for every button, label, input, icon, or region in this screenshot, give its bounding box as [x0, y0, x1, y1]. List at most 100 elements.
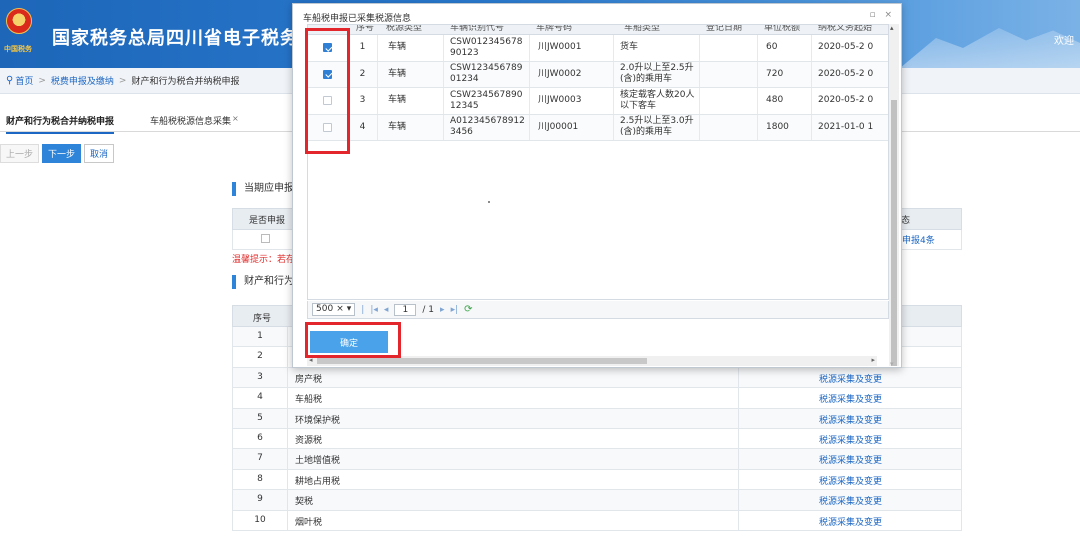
prev-page-icon[interactable]: ◂	[384, 305, 389, 315]
grid-header-cell: 车牌号码	[536, 25, 573, 33]
start-date: 2020-05-2 0	[818, 42, 874, 53]
horizontal-scrollbar[interactable]: ◂ ▸	[307, 356, 877, 366]
tax-source-change-link[interactable]: 税源采集及变更	[819, 413, 882, 426]
declare-checkbox[interactable]	[261, 234, 270, 243]
vertical-scroll-thumb[interactable]	[891, 100, 897, 366]
tax-type-name: 耕地占用税	[295, 476, 341, 487]
tax-source-row[interactable]: 4 车辆 A012345678912 3456 川J00001 2.5升以上至3.0升(…	[308, 114, 888, 141]
tax-row-number: 6	[257, 432, 263, 443]
page-size-select[interactable]: 500 × ▾	[312, 303, 356, 316]
tax-type-row: 10 烟叶税 税源采集及变更	[232, 510, 962, 531]
grid-header-cell: 序号	[356, 25, 375, 33]
grid-header-cell: 车辆识别代号	[450, 25, 505, 33]
vertical-scrollbar[interactable]: ▴ ▾	[889, 24, 899, 368]
scroll-up-icon[interactable]: ▴	[890, 24, 894, 32]
chevron-down-icon: ▾	[346, 304, 352, 314]
tax-source-change-link[interactable]: 税源采集及变更	[819, 433, 882, 446]
tax-type-name: 资源税	[295, 435, 323, 446]
page-number-input[interactable]: 1	[394, 303, 417, 316]
unit-tax-amount: 720	[758, 61, 812, 87]
prev-step-button[interactable]: 上一步	[0, 144, 40, 163]
tax-source-dialog: 车船税申报已采集税源信息 ▫ × 序号 税源类型 车辆识别代号 车牌号码 车船类…	[292, 3, 902, 368]
tax-type-row: 7 土地增值税 税源采集及变更	[232, 449, 962, 470]
tax-source-row[interactable]: 1 车辆 CSW012345678 90123 川JW0001 货车 60 2020-05-…	[308, 35, 888, 62]
dialog-window-controls[interactable]: ▫ ×	[869, 10, 895, 20]
next-page-icon[interactable]: ▸	[440, 305, 445, 315]
empty-cell	[700, 35, 758, 61]
scroll-right-icon[interactable]: ▸	[871, 356, 875, 364]
row-number: 4	[348, 114, 378, 140]
row-select-cell[interactable]	[308, 114, 348, 140]
tax-type-row: 4 车船税 税源采集及变更	[232, 388, 962, 409]
source-type: 车辆	[378, 35, 444, 61]
tax-row-number: 10	[254, 514, 266, 525]
tax-source-change-link[interactable]: 税源采集及变更	[819, 392, 882, 405]
tab-vehicle-tax-source[interactable]: 车船税税源信息采集×	[150, 114, 239, 127]
emblem-caption: 中国税务	[4, 45, 32, 53]
horizontal-scroll-thumb[interactable]	[317, 358, 647, 364]
tax-row-number: 8	[257, 473, 263, 484]
tax-row-number: 3	[257, 371, 263, 382]
tax-source-change-link[interactable]: 税源采集及变更	[819, 453, 882, 466]
tab-label: 车船税税源信息采集	[150, 117, 232, 127]
row-number: 3	[348, 88, 378, 114]
breadcrumb-current: 财产和行为税合并纳税申报	[131, 77, 240, 87]
confirm-button[interactable]: 确定	[310, 331, 388, 353]
unchecked-checkbox-icon[interactable]	[323, 96, 332, 106]
tax-source-change-link[interactable]: 税源采集及变更	[819, 474, 882, 487]
grid-header-cell: 纳税义务起始	[818, 25, 873, 33]
col-header-declare: 是否申报	[249, 216, 286, 226]
row-select-cell[interactable]	[308, 61, 348, 87]
tax-row-number: 9	[257, 494, 263, 505]
scroll-down-icon[interactable]: ▾	[890, 360, 894, 368]
tax-source-grid: 序号 税源类型 车辆识别代号 车牌号码 车船类型 登记日期 单位税额 纳税义务起…	[307, 24, 889, 300]
tax-source-change-link[interactable]: 税源采集及变更	[819, 515, 882, 528]
refresh-icon[interactable]: ⟳	[464, 304, 472, 315]
close-tab-icon[interactable]: ×	[232, 114, 239, 123]
start-date: 2021-01-0 1	[818, 121, 874, 132]
site-title: 国家税务总局四川省电子税务局	[52, 28, 318, 49]
welcome-text: 欢迎	[1054, 36, 1074, 47]
tax-source-change-link[interactable]: 税源采集及变更	[819, 494, 882, 507]
plate-number: 川J00001	[530, 114, 614, 140]
source-type: 车辆	[378, 88, 444, 114]
cancel-button[interactable]: 取消	[84, 144, 115, 163]
unit-tax-amount: 60	[758, 35, 812, 61]
vehicle-id-code: CSW234567890 12345	[444, 88, 530, 114]
empty-cell	[700, 114, 758, 140]
scroll-left-icon[interactable]: ◂	[309, 356, 313, 364]
unchecked-checkbox-icon[interactable]	[323, 122, 332, 132]
row-select-cell[interactable]	[308, 35, 348, 61]
col-header-no: 序号	[253, 314, 272, 324]
page-size-value: 500	[316, 304, 334, 314]
vehicle-id-code: CSW012345678 90123	[444, 35, 530, 61]
breadcrumb-home[interactable]: 首页	[15, 74, 33, 87]
grid-header: 序号 税源类型 车辆识别代号 车牌号码 车船类型 登记日期 单位税额 纳税义务起…	[308, 25, 888, 35]
first-page-icon[interactable]: |◂	[370, 305, 378, 315]
tab-label: 财产和行为税合并纳税申报	[6, 117, 115, 127]
source-type: 车辆	[378, 114, 444, 140]
checked-checkbox-icon[interactable]	[323, 69, 332, 79]
row-select-cell[interactable]	[308, 88, 348, 114]
grid-pager: 500 × ▾ | |◂ ◂ 1 / 1 ▸ ▸| ⟳	[307, 301, 889, 319]
tax-row-number: 7	[257, 453, 263, 464]
tax-source-change-link[interactable]: 税源采集及变更	[819, 372, 882, 385]
tax-source-row[interactable]: 3 车辆 CSW234567890 12345 川JW0003 核定载客人数20人以下客…	[308, 88, 888, 115]
row-number: 1	[348, 35, 378, 61]
col-header-status: 态	[901, 216, 911, 226]
tax-source-row[interactable]: 2 车辆 CSW123456789 01234 川JW0002 2.0升以上至2.5升(…	[308, 61, 888, 88]
tax-type-name: 环境保护税	[295, 415, 341, 426]
plate-number: 川JW0003	[530, 88, 614, 114]
next-step-button[interactable]: 下一步	[42, 144, 82, 163]
tax-type-row: 5 环境保护税 税源采集及变更	[232, 408, 962, 429]
last-page-icon[interactable]: ▸|	[451, 305, 459, 315]
breadcrumb-separator: >	[118, 75, 127, 86]
breadcrumb-tax-filing[interactable]: 税费申报及缴纳	[51, 74, 114, 87]
source-type: 车辆	[378, 61, 444, 87]
empty-cell	[700, 61, 758, 87]
tax-type-name: 契税	[295, 497, 314, 508]
grid-header-cell: 车船类型	[624, 25, 661, 33]
total-pages: / 1	[422, 304, 435, 315]
tab-combined-filing[interactable]: 财产和行为税合并纳税申报	[6, 114, 115, 134]
checked-checkbox-icon[interactable]	[323, 43, 332, 53]
